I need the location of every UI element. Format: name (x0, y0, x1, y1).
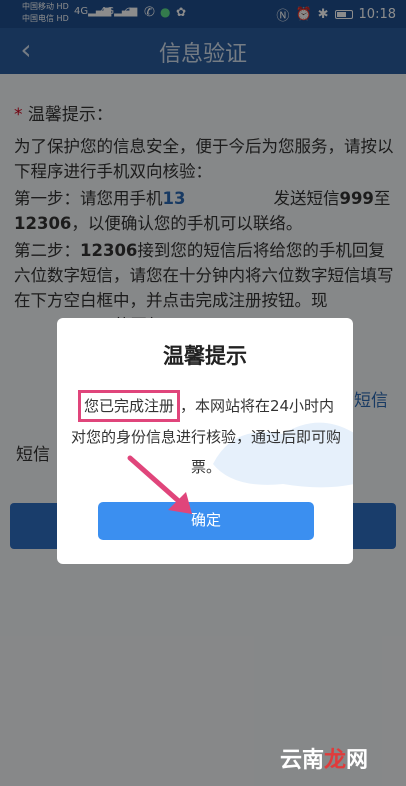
watermark: 云南龙网 (279, 748, 368, 773)
highlight-box: 您已完成注册 (77, 390, 180, 422)
pointer-arrow-icon (127, 455, 192, 514)
dialog-title: 温馨提示 (163, 344, 247, 368)
